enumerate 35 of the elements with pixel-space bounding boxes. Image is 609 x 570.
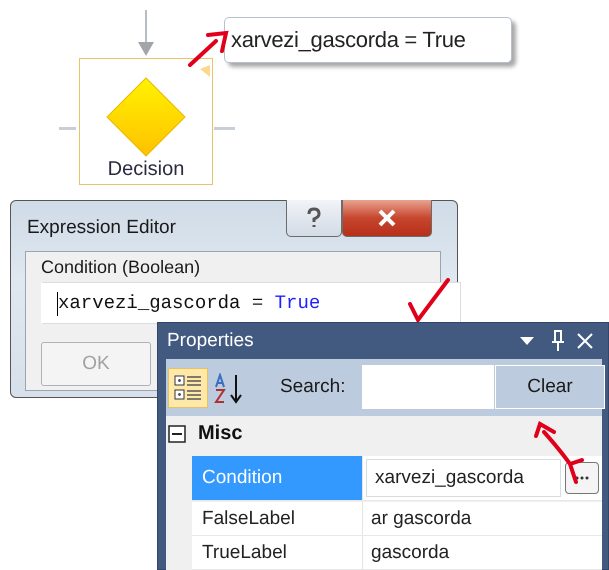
diamond-icon [106, 77, 186, 157]
help-icon [306, 207, 322, 229]
node-label: Decision [108, 158, 184, 181]
annotation-arrow [534, 422, 584, 484]
decision-node[interactable]: Decision [79, 58, 213, 185]
flow-arrow [138, 10, 154, 56]
property-value[interactable]: gascorda [363, 536, 602, 569]
close-button[interactable] [342, 200, 432, 237]
property-value[interactable]: ar gascorda [363, 502, 602, 535]
window-title: Expression Editor [27, 217, 176, 239]
connector-stub [214, 127, 235, 130]
categorized-button[interactable] [168, 368, 208, 408]
property-name[interactable]: FalseLabel [192, 502, 363, 535]
collapse-icon[interactable] [168, 424, 186, 442]
ellipsis-button[interactable] [565, 462, 599, 494]
close-icon[interactable] [576, 332, 594, 350]
category-label: Misc [198, 422, 242, 445]
search-label: Search: [280, 376, 346, 398]
annotation-arrow [188, 30, 229, 67]
tooltip-text: xarvezi_gascorda = True [231, 27, 466, 53]
connector-stub [59, 127, 76, 130]
expression-field[interactable]: xarvezi_gascorda = True [41, 282, 461, 324]
dropdown-icon[interactable] [520, 337, 534, 345]
value-field[interactable]: xarvezi_gascorda [366, 459, 561, 497]
search-field[interactable] [362, 365, 494, 409]
pin-icon[interactable] [551, 330, 565, 352]
panel-title: Properties [167, 330, 254, 352]
ellipsis-icon [575, 476, 589, 480]
field-label: Condition (Boolean) [41, 257, 200, 278]
corner-flag-icon [200, 65, 210, 77]
close-icon [377, 209, 397, 227]
help-button[interactable] [286, 200, 342, 237]
clear-button[interactable]: Clear [495, 365, 605, 409]
property-name[interactable]: TrueLabel [192, 536, 363, 569]
categorized-icon [173, 373, 203, 403]
